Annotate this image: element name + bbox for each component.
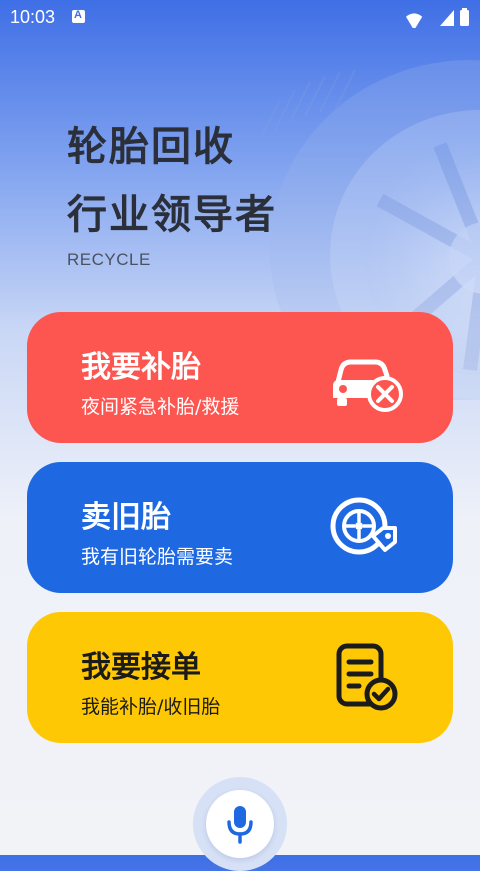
card-title: 我要补胎 <box>81 350 201 385</box>
signal-icon <box>440 10 454 26</box>
battery-icon <box>460 10 469 26</box>
wifi-icon <box>406 13 423 28</box>
status-time: 10:03 <box>10 7 56 27</box>
hero-title-line-1: 轮胎回收 <box>67 124 235 170</box>
status-icons <box>406 8 469 28</box>
voice-input-button[interactable] <box>206 790 274 858</box>
microphone-icon <box>227 806 253 844</box>
card-title: 我要接单 <box>81 650 201 685</box>
card-title: 卖旧胎 <box>81 500 171 535</box>
repair-tire-card[interactable]: 我要补胎 夜间紧急补胎/救援 <box>27 312 453 443</box>
car-repair-icon <box>333 359 403 412</box>
sell-used-tire-card[interactable]: 卖旧胎 我有旧轮胎需要卖 <box>27 462 453 593</box>
order-check-icon <box>336 643 398 711</box>
card-description: 我能补胎/收旧胎 <box>81 696 221 718</box>
notification-icon <box>72 9 85 23</box>
card-description: 夜间紧急补胎/救援 <box>81 396 240 418</box>
status-bar: 10:03 <box>0 0 480 34</box>
tire-tag-icon <box>330 497 397 555</box>
take-order-card[interactable]: 我要接单 我能补胎/收旧胎 <box>27 612 453 743</box>
hero-title-line-2: 行业领导者 <box>67 192 277 238</box>
hero-subtitle: RECYCLE <box>67 250 151 269</box>
card-description: 我有旧轮胎需要卖 <box>81 546 234 568</box>
